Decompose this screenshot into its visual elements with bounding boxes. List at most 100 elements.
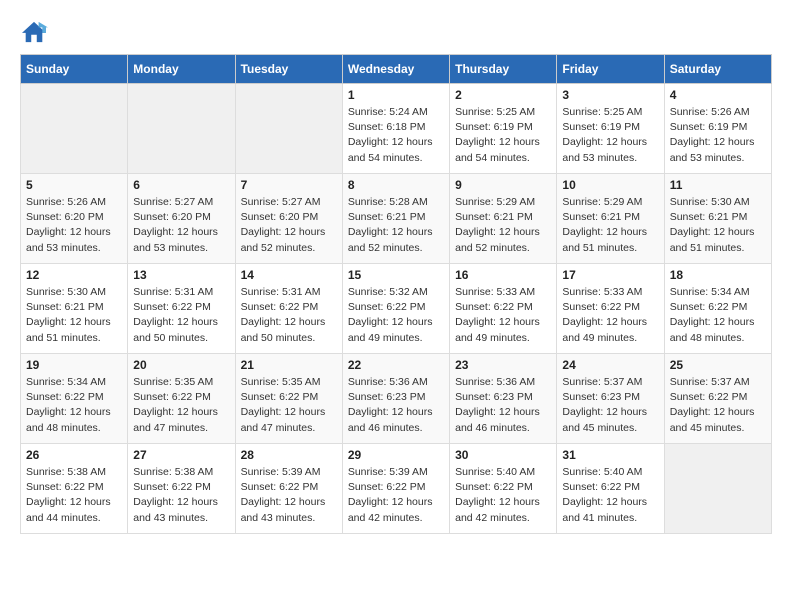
calendar-day-cell: 2 Sunrise: 5:25 AM Sunset: 6:19 PM Daylig… bbox=[450, 84, 557, 174]
calendar-day-cell: 14 Sunrise: 5:31 AM Sunset: 6:22 PM Dayli… bbox=[235, 264, 342, 354]
page-header bbox=[20, 20, 772, 44]
day-number: 27 bbox=[133, 448, 229, 462]
calendar-day-cell: 16 Sunrise: 5:33 AM Sunset: 6:22 PM Dayli… bbox=[450, 264, 557, 354]
calendar-day-cell: 20 Sunrise: 5:35 AM Sunset: 6:22 PM Dayli… bbox=[128, 354, 235, 444]
day-of-week-header: Friday bbox=[557, 55, 664, 84]
day-info: Sunrise: 5:36 AM Sunset: 6:23 PM Dayligh… bbox=[455, 375, 551, 436]
day-number: 23 bbox=[455, 358, 551, 372]
logo bbox=[20, 20, 52, 44]
day-info: Sunrise: 5:29 AM Sunset: 6:21 PM Dayligh… bbox=[455, 195, 551, 256]
calendar-day-cell: 3Sunrise: 5:25 AM Sunset: 6:19 PM Daylig… bbox=[557, 84, 664, 174]
day-info: Sunrise: 5:35 AM Sunset: 6:22 PM Dayligh… bbox=[133, 375, 229, 436]
day-number: 9 bbox=[455, 178, 551, 192]
day-number: 12 bbox=[26, 268, 122, 282]
logo-icon bbox=[20, 20, 48, 44]
day-info: Sunrise: 5:38 AM Sunset: 6:22 PM Dayligh… bbox=[133, 465, 229, 526]
day-number: 16 bbox=[455, 268, 551, 282]
day-of-week-header: Saturday bbox=[664, 55, 771, 84]
day-number: 25 bbox=[670, 358, 766, 372]
calendar-day-cell: 4Sunrise: 5:26 AM Sunset: 6:19 PM Daylig… bbox=[664, 84, 771, 174]
day-number: 22 bbox=[348, 358, 444, 372]
day-number: 5 bbox=[26, 178, 122, 192]
day-info: Sunrise: 5:37 AM Sunset: 6:22 PM Dayligh… bbox=[670, 375, 766, 436]
day-number: 30 bbox=[455, 448, 551, 462]
day-info: Sunrise: 5:39 AM Sunset: 6:22 PM Dayligh… bbox=[241, 465, 337, 526]
day-info: Sunrise: 5:26 AM Sunset: 6:20 PM Dayligh… bbox=[26, 195, 122, 256]
day-number: 11 bbox=[670, 178, 766, 192]
day-info: Sunrise: 5:36 AM Sunset: 6:23 PM Dayligh… bbox=[348, 375, 444, 436]
calendar-day-cell: 6 Sunrise: 5:27 AM Sunset: 6:20 PM Daylig… bbox=[128, 174, 235, 264]
day-number: 14 bbox=[241, 268, 337, 282]
day-info: Sunrise: 5:38 AM Sunset: 6:22 PM Dayligh… bbox=[26, 465, 122, 526]
day-number: 15 bbox=[348, 268, 444, 282]
day-info: Sunrise: 5:40 AM Sunset: 6:22 PM Dayligh… bbox=[455, 465, 551, 526]
calendar-day-cell: 26 Sunrise: 5:38 AM Sunset: 6:22 PM Dayli… bbox=[21, 444, 128, 534]
calendar-week-row: 26 Sunrise: 5:38 AM Sunset: 6:22 PM Dayli… bbox=[21, 444, 772, 534]
day-info: Sunrise: 5:34 AM Sunset: 6:22 PM Dayligh… bbox=[670, 285, 766, 346]
calendar-day-cell: 8 Sunrise: 5:28 AM Sunset: 6:21 PM Daylig… bbox=[342, 174, 449, 264]
day-of-week-header: Tuesday bbox=[235, 55, 342, 84]
day-info: Sunrise: 5:25 AM Sunset: 6:19 PM Dayligh… bbox=[455, 105, 551, 166]
day-info: Sunrise: 5:30 AM Sunset: 6:21 PM Dayligh… bbox=[670, 195, 766, 256]
calendar-day-cell: 12 Sunrise: 5:30 AM Sunset: 6:21 PM Dayli… bbox=[21, 264, 128, 354]
day-info: Sunrise: 5:27 AM Sunset: 6:20 PM Dayligh… bbox=[133, 195, 229, 256]
day-info: Sunrise: 5:28 AM Sunset: 6:21 PM Dayligh… bbox=[348, 195, 444, 256]
day-info: Sunrise: 5:39 AM Sunset: 6:22 PM Dayligh… bbox=[348, 465, 444, 526]
day-number: 6 bbox=[133, 178, 229, 192]
calendar-day-cell: 18 Sunrise: 5:34 AM Sunset: 6:22 PM Dayli… bbox=[664, 264, 771, 354]
day-info: Sunrise: 5:33 AM Sunset: 6:22 PM Dayligh… bbox=[562, 285, 658, 346]
calendar-day-cell bbox=[21, 84, 128, 174]
calendar-day-cell: 7Sunrise: 5:27 AM Sunset: 6:20 PM Daylig… bbox=[235, 174, 342, 264]
day-number: 8 bbox=[348, 178, 444, 192]
calendar-day-cell: 22 Sunrise: 5:36 AM Sunset: 6:23 PM Dayli… bbox=[342, 354, 449, 444]
calendar-day-cell bbox=[128, 84, 235, 174]
calendar-day-cell: 13 Sunrise: 5:31 AM Sunset: 6:22 PM Dayli… bbox=[128, 264, 235, 354]
day-info: Sunrise: 5:32 AM Sunset: 6:22 PM Dayligh… bbox=[348, 285, 444, 346]
day-number: 2 bbox=[455, 88, 551, 102]
calendar-table: SundayMondayTuesdayWednesdayThursdayFrid… bbox=[20, 54, 772, 534]
calendar-day-cell: 29 Sunrise: 5:39 AM Sunset: 6:22 PM Dayli… bbox=[342, 444, 449, 534]
day-number: 28 bbox=[241, 448, 337, 462]
calendar-day-cell: 5 Sunrise: 5:26 AM Sunset: 6:20 PM Daylig… bbox=[21, 174, 128, 264]
day-number: 24 bbox=[562, 358, 658, 372]
day-info: Sunrise: 5:37 AM Sunset: 6:23 PM Dayligh… bbox=[562, 375, 658, 436]
calendar-day-cell: 25 Sunrise: 5:37 AM Sunset: 6:22 PM Dayli… bbox=[664, 354, 771, 444]
day-of-week-header: Thursday bbox=[450, 55, 557, 84]
day-number: 21 bbox=[241, 358, 337, 372]
calendar-day-cell: 19Sunrise: 5:34 AM Sunset: 6:22 PM Dayli… bbox=[21, 354, 128, 444]
calendar-day-cell: 11 Sunrise: 5:30 AM Sunset: 6:21 PM Dayli… bbox=[664, 174, 771, 264]
day-number: 18 bbox=[670, 268, 766, 282]
calendar-day-cell: 17Sunrise: 5:33 AM Sunset: 6:22 PM Dayli… bbox=[557, 264, 664, 354]
day-number: 29 bbox=[348, 448, 444, 462]
day-number: 10 bbox=[562, 178, 658, 192]
day-info: Sunrise: 5:40 AM Sunset: 6:22 PM Dayligh… bbox=[562, 465, 658, 526]
calendar-day-cell: 30 Sunrise: 5:40 AM Sunset: 6:22 PM Dayli… bbox=[450, 444, 557, 534]
calendar-day-cell bbox=[235, 84, 342, 174]
day-number: 26 bbox=[26, 448, 122, 462]
calendar-day-cell: 24 Sunrise: 5:37 AM Sunset: 6:23 PM Dayli… bbox=[557, 354, 664, 444]
day-info: Sunrise: 5:24 AM Sunset: 6:18 PM Dayligh… bbox=[348, 105, 444, 166]
day-info: Sunrise: 5:25 AM Sunset: 6:19 PM Dayligh… bbox=[562, 105, 658, 166]
day-info: Sunrise: 5:31 AM Sunset: 6:22 PM Dayligh… bbox=[133, 285, 229, 346]
day-info: Sunrise: 5:30 AM Sunset: 6:21 PM Dayligh… bbox=[26, 285, 122, 346]
day-info: Sunrise: 5:26 AM Sunset: 6:19 PM Dayligh… bbox=[670, 105, 766, 166]
day-number: 20 bbox=[133, 358, 229, 372]
calendar-day-cell bbox=[664, 444, 771, 534]
day-number: 13 bbox=[133, 268, 229, 282]
day-info: Sunrise: 5:31 AM Sunset: 6:22 PM Dayligh… bbox=[241, 285, 337, 346]
calendar-day-cell: 15 Sunrise: 5:32 AM Sunset: 6:22 PM Dayli… bbox=[342, 264, 449, 354]
day-number: 7 bbox=[241, 178, 337, 192]
day-number: 19 bbox=[26, 358, 122, 372]
calendar-week-row: 12 Sunrise: 5:30 AM Sunset: 6:21 PM Dayli… bbox=[21, 264, 772, 354]
calendar-day-cell: 27 Sunrise: 5:38 AM Sunset: 6:22 PM Dayli… bbox=[128, 444, 235, 534]
calendar-header-row: SundayMondayTuesdayWednesdayThursdayFrid… bbox=[21, 55, 772, 84]
calendar-day-cell: 21Sunrise: 5:35 AM Sunset: 6:22 PM Dayli… bbox=[235, 354, 342, 444]
calendar-day-cell: 10Sunrise: 5:29 AM Sunset: 6:21 PM Dayli… bbox=[557, 174, 664, 264]
day-number: 31 bbox=[562, 448, 658, 462]
calendar-week-row: 19Sunrise: 5:34 AM Sunset: 6:22 PM Dayli… bbox=[21, 354, 772, 444]
calendar-day-cell: 1Sunrise: 5:24 AM Sunset: 6:18 PM Daylig… bbox=[342, 84, 449, 174]
day-info: Sunrise: 5:33 AM Sunset: 6:22 PM Dayligh… bbox=[455, 285, 551, 346]
day-of-week-header: Sunday bbox=[21, 55, 128, 84]
day-of-week-header: Monday bbox=[128, 55, 235, 84]
calendar-day-cell: 28 Sunrise: 5:39 AM Sunset: 6:22 PM Dayli… bbox=[235, 444, 342, 534]
